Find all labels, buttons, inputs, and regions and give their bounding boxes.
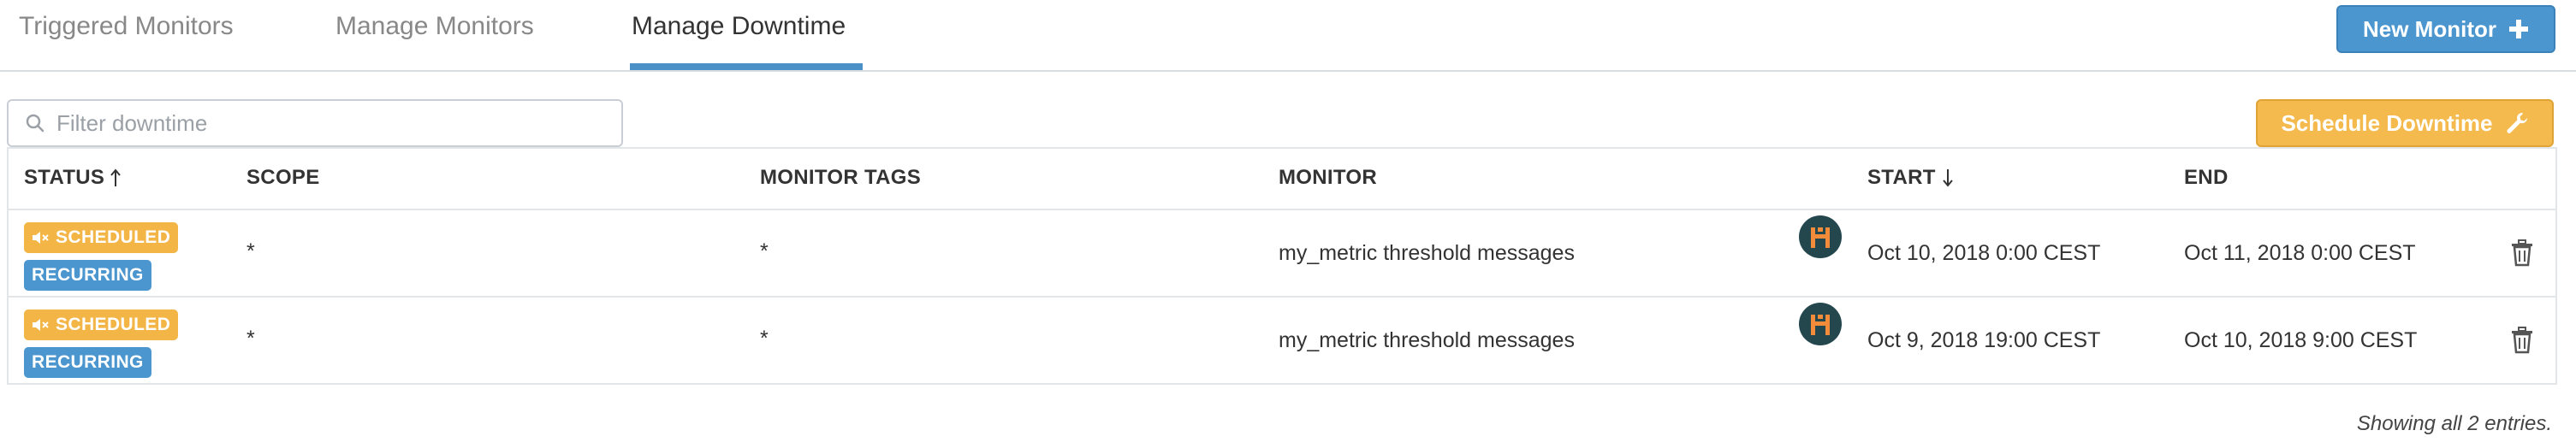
monitor-name-cell[interactable]: my_metric threshold messages xyxy=(1279,328,1575,353)
start-cell: Oct 9, 2018 19:00 CEST xyxy=(1867,328,2101,352)
column-header-start[interactable]: START xyxy=(1867,166,1955,190)
scheduled-badge-label: SCHEDULED xyxy=(56,315,171,334)
active-tab-indicator xyxy=(630,63,863,70)
search-icon xyxy=(26,114,45,133)
end-header-label: END xyxy=(2184,166,2229,189)
trash-icon[interactable] xyxy=(2509,239,2535,267)
user-avatar-icon xyxy=(1811,315,1830,335)
avatar xyxy=(1799,303,1842,345)
scheduled-badge-label: SCHEDULED xyxy=(56,227,171,247)
user-avatar-icon xyxy=(1811,227,1830,248)
column-header-scope[interactable]: SCOPE xyxy=(246,166,320,190)
muted-speaker-icon xyxy=(33,319,49,331)
downtime-table: STATUS SCOPE MONITOR TAGS MONITOR START … xyxy=(7,147,2557,385)
tab-triggered-monitors[interactable]: Triggered Monitors xyxy=(19,12,234,41)
scope-cell: * xyxy=(246,327,255,351)
scope-cell: * xyxy=(246,239,255,263)
recurring-badge-label: RECURRING xyxy=(32,265,144,285)
table-row[interactable]: SCHEDULED RECURRING * * my_metric thresh… xyxy=(9,298,2555,385)
scheduled-badge: SCHEDULED xyxy=(24,222,179,253)
tab-bar: Triggered Monitors Manage Monitors Manag… xyxy=(0,0,2576,72)
recurring-badge-label: RECURRING xyxy=(32,352,144,372)
sort-descending-icon xyxy=(1942,169,1953,187)
monitor-tags-cell: * xyxy=(760,239,769,263)
column-header-monitor-tags[interactable]: MONITOR TAGS xyxy=(760,166,921,190)
scheduled-badge: SCHEDULED xyxy=(24,309,179,340)
schedule-downtime-button[interactable]: Schedule Downtime xyxy=(2256,99,2554,147)
scope-header-label: SCOPE xyxy=(246,166,320,189)
table-header: STATUS SCOPE MONITOR TAGS MONITOR START … xyxy=(9,149,2555,210)
monitor-tags-header-label: MONITOR TAGS xyxy=(760,166,922,189)
sort-ascending-icon xyxy=(110,168,122,186)
monitor-tags-cell: * xyxy=(760,327,769,351)
plus-icon xyxy=(2509,20,2528,38)
start-cell: Oct 10, 2018 0:00 CEST xyxy=(1867,241,2101,265)
new-monitor-button[interactable]: New Monitor xyxy=(2336,5,2555,53)
table-row[interactable]: SCHEDULED RECURRING * * my_metric thresh… xyxy=(9,210,2555,298)
end-cell: Oct 11, 2018 0:00 CEST xyxy=(2184,241,2416,265)
monitor-name-cell[interactable]: my_metric threshold messages xyxy=(1279,241,1575,266)
monitor-header-label: MONITOR xyxy=(1279,166,1377,189)
filter-downtime-input[interactable] xyxy=(56,109,604,137)
start-header-label: START xyxy=(1867,166,1936,189)
avatar xyxy=(1799,215,1842,258)
status-header-label: STATUS xyxy=(24,166,105,189)
recurring-badge: RECURRING xyxy=(24,260,151,291)
column-header-status[interactable]: STATUS xyxy=(24,166,122,190)
recurring-badge: RECURRING xyxy=(24,347,151,378)
new-monitor-label: New Monitor xyxy=(2363,15,2496,42)
column-header-monitor[interactable]: MONITOR xyxy=(1279,166,1377,190)
tab-manage-downtime[interactable]: Manage Downtime xyxy=(632,12,846,41)
muted-speaker-icon xyxy=(33,232,49,244)
trash-icon[interactable] xyxy=(2509,327,2535,354)
tab-manage-monitors[interactable]: Manage Monitors xyxy=(335,12,534,41)
schedule-downtime-label: Schedule Downtime xyxy=(2281,109,2493,136)
entries-count-text: Showing all 2 entries. xyxy=(2356,412,2552,435)
filter-downtime-field[interactable] xyxy=(7,99,623,147)
end-cell: Oct 10, 2018 9:00 CEST xyxy=(2184,328,2418,352)
wrench-icon xyxy=(2507,113,2527,133)
column-header-end[interactable]: END xyxy=(2184,166,2229,190)
